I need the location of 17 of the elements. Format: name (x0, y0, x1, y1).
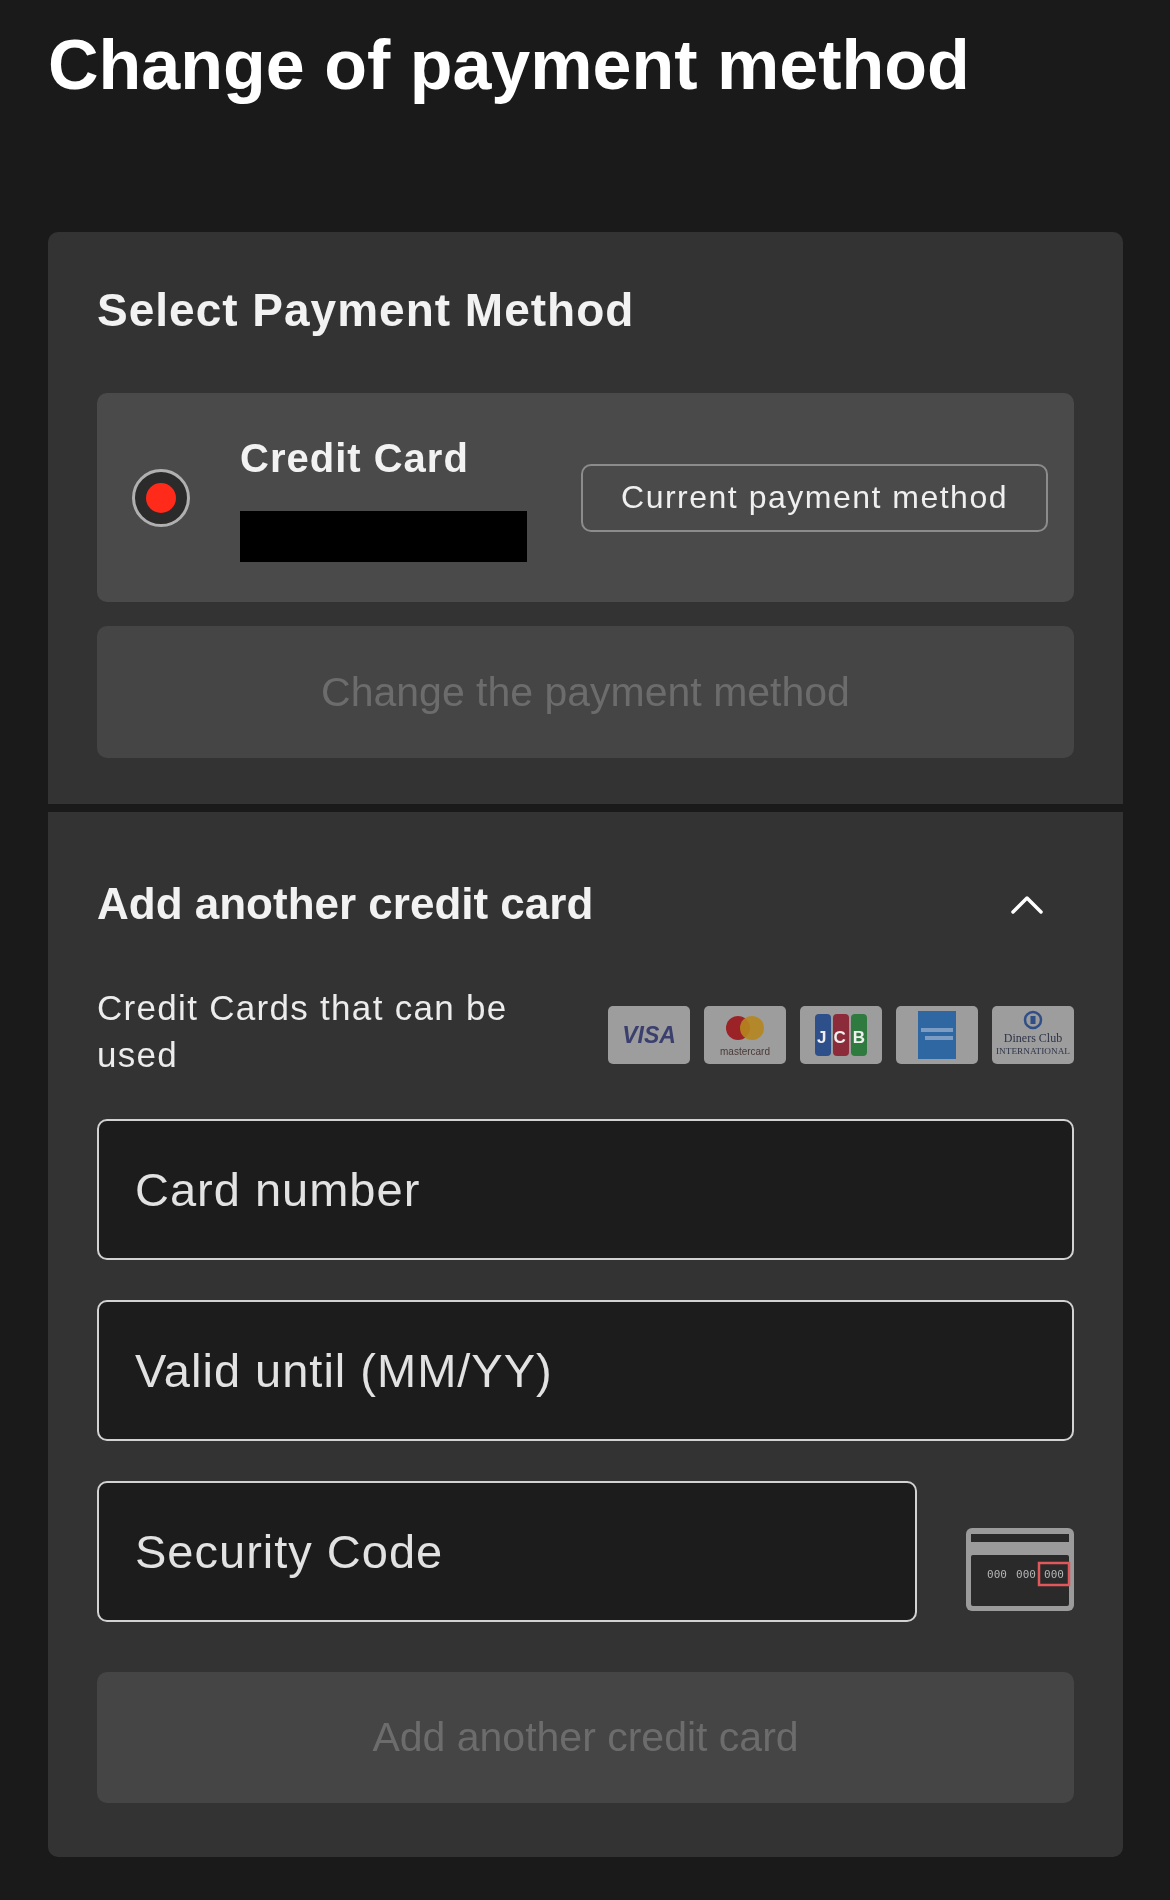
accepted-cards-label: Credit Cards that can be used (97, 987, 509, 1077)
card-digits: 000 (987, 1568, 1007, 1582)
card-brand-logo: Diners Club INTERNATIONAL (992, 1006, 1074, 1065)
section-heading: Select Payment Method (97, 283, 636, 338)
page-title: Change of payment method (48, 25, 971, 106)
section-heading: Add another credit card (97, 877, 594, 930)
payment-option-label: Credit Card (240, 434, 470, 482)
input-field[interactable]: Valid until (MM/YY) (97, 1300, 1074, 1442)
card-digits: 000 (1016, 1568, 1036, 1582)
radio-button[interactable] (132, 468, 190, 527)
input-field[interactable]: Security Code (97, 1481, 917, 1623)
current-method-badge: Current payment method (581, 463, 1048, 532)
card-brand-logo: mastercard (704, 1006, 786, 1065)
payment-option-card[interactable]: Credit Card Current payment method (97, 393, 1074, 603)
highlighted-digits: 000 (1037, 1561, 1071, 1587)
input-field[interactable]: Card number (97, 1119, 1074, 1261)
card-brand-logo: VISA (608, 1006, 690, 1065)
